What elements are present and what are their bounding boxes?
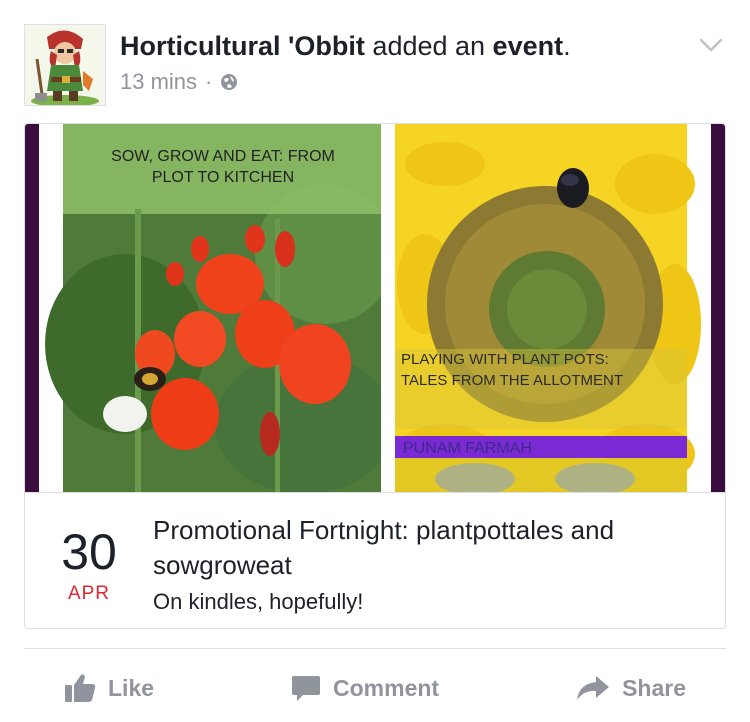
- event-card[interactable]: SOW, GROW AND EAT: FROM PLOT TO KITCHEN: [24, 123, 726, 629]
- event-day: 30: [61, 524, 117, 580]
- globe-icon[interactable]: [220, 73, 238, 91]
- share-label: Share: [622, 674, 686, 701]
- chevron-down-icon[interactable]: [698, 32, 724, 58]
- avatar[interactable]: [24, 24, 106, 106]
- event-month: APR: [67, 583, 111, 604]
- action-text: added an: [364, 31, 493, 61]
- comment-label: Comment: [333, 674, 440, 701]
- comment-button[interactable]: Comment: [291, 673, 439, 703]
- post-header: Horticultural 'Obbit added an event. 13 …: [24, 24, 724, 106]
- post-actions: Like Comment Share: [24, 660, 726, 716]
- right-book-title-line2: TALES FROM THE ALLOTMENT: [401, 372, 623, 389]
- right-book-title-line1: PLAYING WITH PLANT POTS:: [401, 351, 609, 368]
- meta-separator: ·: [205, 69, 213, 94]
- event-cover-image[interactable]: SOW, GROW AND EAT: FROM PLOT TO KITCHEN: [25, 124, 725, 492]
- event-text: Promotional Fortnight: plantpottales and…: [153, 513, 713, 617]
- share-button[interactable]: Share: [576, 674, 686, 702]
- headline-period: .: [563, 31, 571, 61]
- post-headline: Horticultural 'Obbit added an event.: [120, 30, 571, 62]
- left-book-title-line1: SOW, GROW AND EAT: FROM: [111, 148, 335, 165]
- actions-divider: [24, 648, 726, 649]
- book-covers-illustration: SOW, GROW AND EAT: FROM PLOT TO KITCHEN: [25, 124, 725, 492]
- post-meta: 13 mins ·: [120, 69, 238, 95]
- event-title[interactable]: Promotional Fortnight: plantpottales and…: [153, 513, 713, 583]
- share-arrow-icon: [577, 676, 610, 700]
- event-link[interactable]: event: [493, 31, 564, 61]
- event-date: 30 APR: [47, 525, 131, 605]
- thumbs-up-icon: [65, 674, 96, 702]
- event-subtitle: On kindles, hopefully!: [153, 589, 364, 614]
- timestamp[interactable]: 13 mins: [120, 69, 197, 95]
- right-book-author: PUNAM FARMAH: [403, 440, 532, 457]
- like-label: Like: [108, 674, 155, 701]
- like-button[interactable]: Like: [64, 673, 154, 703]
- author-name[interactable]: Horticultural 'Obbit: [120, 31, 365, 61]
- left-book-title-line2: PLOT TO KITCHEN: [152, 169, 294, 186]
- gnome-avatar-icon: [25, 25, 105, 105]
- comment-bubble-icon: [292, 676, 321, 701]
- event-info[interactable]: 30 APR Promotional Fortnight: plantpotta…: [25, 492, 725, 628]
